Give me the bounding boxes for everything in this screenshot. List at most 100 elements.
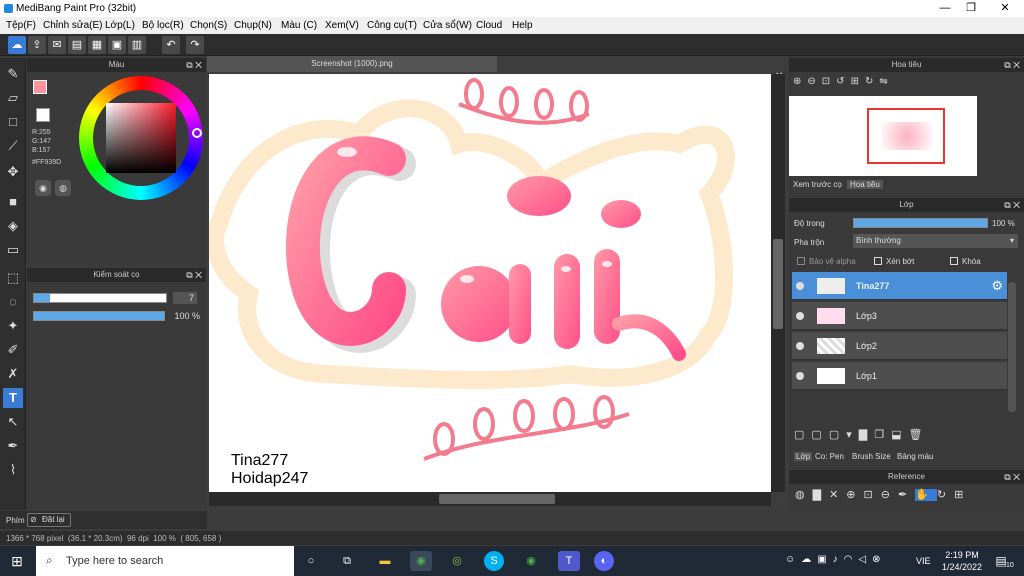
new-layer-icon[interactable]: ▢ (794, 429, 811, 441)
select-pen-tool-icon[interactable]: ✐ (3, 340, 23, 360)
menu-edit[interactable]: Chỉnh sửa(E) (43, 20, 103, 31)
taskbar-search[interactable]: ⌕ Type here to search (36, 546, 294, 576)
people-icon[interactable]: ☺ (785, 554, 801, 565)
chrome-icon[interactable]: ◉ (410, 551, 432, 571)
reset-icon[interactable]: ⊞ (954, 489, 971, 501)
network-icon[interactable]: ☁ (801, 554, 817, 565)
microphone-icon[interactable]: ♪ (833, 554, 844, 565)
share-icon[interactable]: ⇪ (28, 36, 46, 54)
move-tool-icon[interactable]: ✥ (3, 162, 23, 182)
brush-size-value[interactable]: 7 (173, 292, 197, 304)
comment-icon[interactable]: ✉ (48, 36, 66, 54)
navigator-preview[interactable] (789, 96, 977, 176)
select-rect-tool-icon[interactable]: ⬚ (3, 268, 23, 288)
menu-capture[interactable]: Chụp(N) (234, 20, 272, 31)
brush-tool-icon[interactable]: ✎ (3, 64, 23, 84)
primary-color-swatch[interactable] (33, 80, 47, 94)
folder-icon[interactable]: ▇ (859, 429, 874, 441)
fit-icon[interactable]: ⊡ (864, 489, 881, 501)
canvas-tab[interactable]: Screenshot (1000).png (207, 56, 497, 72)
redo-icon[interactable]: ↷ (186, 36, 204, 54)
menu-color[interactable]: Màu (C) (281, 20, 317, 31)
rotate-right-icon[interactable]: ↻ (865, 76, 879, 87)
zoom-in-icon[interactable]: ⊕ (793, 76, 807, 87)
flip-icon[interactable]: ⇋ (879, 76, 893, 87)
lock-checkbox[interactable] (950, 257, 958, 265)
language-indicator[interactable]: VIE (916, 556, 931, 566)
open-folder-icon[interactable]: ▇ (813, 489, 829, 501)
clock[interactable]: 2:19 PM 1/24/2022 (940, 549, 984, 573)
brush-size-slider[interactable] (33, 293, 167, 303)
file-explorer-icon[interactable]: ▬ (374, 551, 396, 571)
menu-layer[interactable]: Lớp(L) (105, 20, 135, 31)
layer-row[interactable]: Tina277 ⚙ (792, 272, 1007, 300)
reset-view-icon[interactable]: ⊞ (851, 76, 865, 87)
operation-tool-icon[interactable]: ↖ (3, 412, 23, 432)
skype-icon[interactable]: S (484, 551, 504, 571)
layout-icon[interactable]: ▥ (128, 36, 146, 54)
task-view-icon[interactable]: ⧉ (336, 551, 358, 571)
new-8bit-layer-icon[interactable]: ▢ (829, 429, 846, 441)
tray-close-icon[interactable]: ⊗ (872, 554, 886, 565)
select-eraser-tool-icon[interactable]: ✗ (3, 364, 23, 384)
horizontal-scrollbar[interactable] (209, 492, 771, 506)
teams-icon[interactable]: T (558, 551, 580, 571)
app-tray-icon[interactable]: ▣ (817, 554, 832, 565)
volume-icon[interactable]: ◁ (858, 554, 872, 565)
menu-filter[interactable]: Bộ lọc(R) (142, 20, 184, 31)
document-icon[interactable]: ▦ (88, 36, 106, 54)
eyedropper-icon[interactable]: ✒ (898, 489, 915, 501)
zoom-out-icon[interactable]: ⊖ (807, 76, 821, 87)
panel-close-icon[interactable]: ⧉ ✕ (1004, 58, 1020, 72)
layer-row[interactable]: Lớp1 (792, 362, 1007, 390)
blend-mode-select[interactable]: Bình thường ▾ (853, 234, 1018, 248)
maximize-button[interactable]: ❐ (956, 1, 986, 16)
tab-brush[interactable]: Co: Pen (815, 452, 844, 461)
app-icon-green[interactable]: ◎ (446, 551, 468, 571)
brush-opacity-slider[interactable] (33, 311, 165, 321)
drawing-canvas[interactable]: Tina277 Hoidap247 (209, 74, 771, 492)
magic-wand-tool-icon[interactable]: ✦ (3, 316, 23, 336)
saturation-square[interactable] (106, 103, 176, 173)
hue-handle[interactable] (192, 128, 202, 138)
wifi-icon[interactable]: ◠ (844, 554, 859, 565)
merge-layer-icon[interactable]: ⬓ (891, 429, 908, 441)
shortcut-tab[interactable]: Phím (6, 516, 25, 525)
reset-button[interactable]: ⊘ Đặt lại (27, 513, 71, 527)
panel-close-icon[interactable]: ⧉ ✕ (186, 268, 202, 282)
panel-close-icon[interactable]: ⧉ ✕ (1004, 470, 1020, 484)
protect-alpha-checkbox[interactable] (797, 257, 805, 265)
app-icon-circle[interactable]: ◉ (520, 551, 542, 571)
menu-select[interactable]: Chọn(S) (190, 20, 227, 31)
vertical-scroll-thumb[interactable] (773, 239, 783, 329)
close-button[interactable]: ✕ (990, 1, 1020, 16)
secondary-color-swatch[interactable] (36, 108, 50, 122)
lasso-tool-icon[interactable]: ◌ (3, 292, 23, 312)
bucket-tool-icon[interactable]: ◈ (3, 216, 23, 236)
close-icon[interactable]: ✕ (829, 489, 846, 501)
tab-palette[interactable]: Bảng màu (897, 452, 933, 461)
fill-rect-tool-icon[interactable]: ■ (3, 192, 23, 212)
duplicate-layer-icon[interactable]: ❐ (874, 429, 891, 441)
layer-row[interactable]: Lớp3 (792, 302, 1007, 330)
palette-icon[interactable]: ◉ (35, 180, 51, 196)
layer-opacity-slider[interactable] (853, 218, 988, 228)
layer-row[interactable]: Lớp2 (792, 332, 1007, 360)
visibility-icon[interactable] (796, 342, 804, 350)
panel-close-icon[interactable]: ⧉ ✕ (186, 58, 202, 72)
tab-brush-size[interactable]: Brush Size (852, 452, 891, 461)
chat-icon[interactable]: ▤ (68, 36, 86, 54)
hand-icon[interactable]: ✋ (915, 489, 937, 501)
visibility-icon[interactable] (796, 372, 804, 380)
cortana-icon[interactable]: ○ (300, 551, 322, 571)
clipping-checkbox[interactable] (874, 257, 882, 265)
tab-layers[interactable]: Lớp (794, 452, 813, 461)
windows-start-icon[interactable]: ⊞ (6, 551, 28, 571)
new-halftone-layer-icon[interactable]: ▢ (811, 429, 828, 441)
layers-scrollbar[interactable] (1008, 282, 1016, 412)
menu-window[interactable]: Cửa sổ(W) (423, 20, 472, 31)
zoom-out-icon[interactable]: ⊖ (881, 489, 898, 501)
eyedropper-tool-icon[interactable]: ✒ (3, 436, 23, 456)
add-layer-menu-icon[interactable]: ▾ (846, 429, 859, 441)
discord-icon[interactable]: ◐ (594, 551, 614, 571)
